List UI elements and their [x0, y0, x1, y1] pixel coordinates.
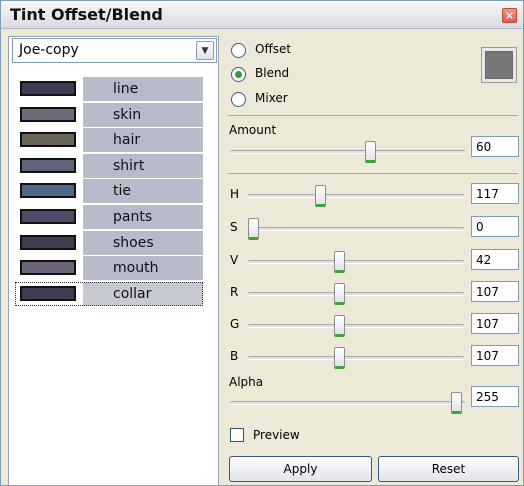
layer-color-swatch[interactable] — [20, 234, 76, 250]
layer-list: line skin hair shirt tie pants shoes mouth colla… — [15, 77, 203, 309]
layer-color-swatch[interactable] — [20, 157, 76, 173]
radio-label-offset: Offset — [255, 42, 292, 56]
radio-offset[interactable] — [231, 43, 246, 58]
layer-name: line — [113, 81, 139, 97]
channel-label-g: G — [230, 317, 240, 331]
window-title: Tint Offset/Blend — [10, 5, 163, 24]
alpha-slider-thumb[interactable] — [451, 392, 462, 414]
apply-button[interactable]: Apply — [229, 456, 372, 482]
radio-label-mixer: Mixer — [255, 91, 288, 105]
channel-field-b[interactable]: 107 — [471, 345, 519, 366]
layer-color-swatch[interactable] — [20, 183, 76, 199]
amount-slider-track[interactable] — [230, 150, 465, 154]
title-bar[interactable]: Tint Offset/Blend × — [1, 1, 523, 29]
channel-slider-track-s[interactable] — [248, 227, 464, 231]
alpha-slider-track[interactable] — [230, 401, 465, 405]
divider — [228, 173, 518, 174]
color-preview-swatch — [481, 47, 517, 83]
layer-row-hair[interactable]: hair — [15, 128, 203, 153]
layer-row-background — [83, 128, 203, 153]
layer-name: mouth — [113, 260, 159, 277]
divider — [228, 115, 518, 116]
channel-slider-thumb-b[interactable] — [333, 347, 345, 369]
layer-row-mouth[interactable]: mouth — [15, 256, 203, 281]
channel-slider-thumb-v[interactable] — [333, 251, 345, 273]
layer-row-shirt[interactable]: shirt — [15, 153, 203, 178]
character-select[interactable]: Joe-copy ▼ — [12, 38, 217, 63]
layer-row-skin[interactable]: skin — [15, 102, 203, 127]
channel-slider-track-r[interactable] — [248, 292, 464, 296]
layer-row-shoes[interactable]: shoes — [15, 230, 203, 255]
channel-label-r: R — [230, 285, 239, 299]
close-icon[interactable]: × — [502, 8, 517, 23]
channel-field-r[interactable]: 107 — [471, 281, 519, 302]
layer-name: pants — [113, 209, 153, 225]
preview-checkbox[interactable] — [230, 428, 244, 442]
layer-row-line[interactable]: line — [15, 77, 203, 101]
channel-field-v[interactable]: 42 — [471, 249, 519, 270]
layer-name: hair — [113, 132, 141, 149]
channel-label-v: V — [230, 253, 239, 267]
channel-label-h: H — [230, 187, 240, 201]
channel-label-b: B — [230, 349, 239, 363]
tint-offset-blend-window: Tint Offset/Blend × Joe-copy ▼ line skin h… — [0, 0, 524, 486]
reset-button[interactable]: Reset — [378, 456, 519, 482]
layer-name: shirt — [113, 157, 145, 174]
layer-row-pants[interactable]: pants — [15, 205, 203, 229]
layer-row-background — [83, 102, 203, 127]
amount-label: Amount — [229, 123, 277, 137]
layer-row-background — [83, 179, 203, 204]
selection-outline — [15, 281, 203, 306]
channel-field-h[interactable]: 117 — [471, 183, 519, 204]
channel-slider-track-h[interactable] — [248, 194, 464, 198]
layer-row-collar[interactable]: collar — [15, 281, 203, 306]
layer-color-swatch[interactable] — [20, 106, 76, 122]
layer-color-swatch[interactable] — [20, 132, 76, 148]
channel-slider-track-v[interactable] — [248, 260, 464, 264]
channel-slider-thumb-g[interactable] — [333, 315, 345, 337]
character-select-value: Joe-copy — [19, 42, 79, 58]
layer-color-swatch[interactable] — [20, 260, 76, 276]
chevron-down-icon[interactable]: ▼ — [196, 41, 214, 60]
layer-color-swatch[interactable] — [20, 81, 76, 96]
layer-name: skin — [113, 106, 142, 123]
alpha-field[interactable]: 255 — [471, 386, 519, 407]
amount-field[interactable]: 60 — [471, 136, 519, 157]
channel-slider-track-g[interactable] — [248, 324, 464, 328]
radio-selected-dot — [235, 71, 242, 78]
radio-blend[interactable] — [231, 67, 246, 82]
alpha-label: Alpha — [229, 375, 264, 389]
layer-name: tie — [113, 183, 131, 200]
channel-slider-thumb-h[interactable] — [315, 185, 327, 207]
preview-label: Preview — [253, 428, 300, 442]
layer-name: shoes — [113, 234, 154, 251]
channel-slider-thumb-r[interactable] — [333, 283, 345, 305]
layer-row-tie[interactable]: tie — [15, 179, 203, 204]
channel-field-s[interactable]: 0 — [471, 216, 519, 237]
channel-label-s: S — [230, 220, 238, 234]
color-preview-fill — [485, 51, 513, 79]
radio-mixer[interactable] — [231, 92, 246, 107]
channel-slider-track-b[interactable] — [248, 356, 464, 360]
amount-slider-thumb[interactable] — [364, 141, 376, 163]
layer-color-swatch[interactable] — [20, 209, 76, 224]
layer-row-background — [83, 77, 203, 101]
channel-slider-thumb-s[interactable] — [248, 218, 259, 240]
channel-field-g[interactable]: 107 — [471, 313, 519, 334]
radio-label-blend: Blend — [255, 66, 290, 80]
